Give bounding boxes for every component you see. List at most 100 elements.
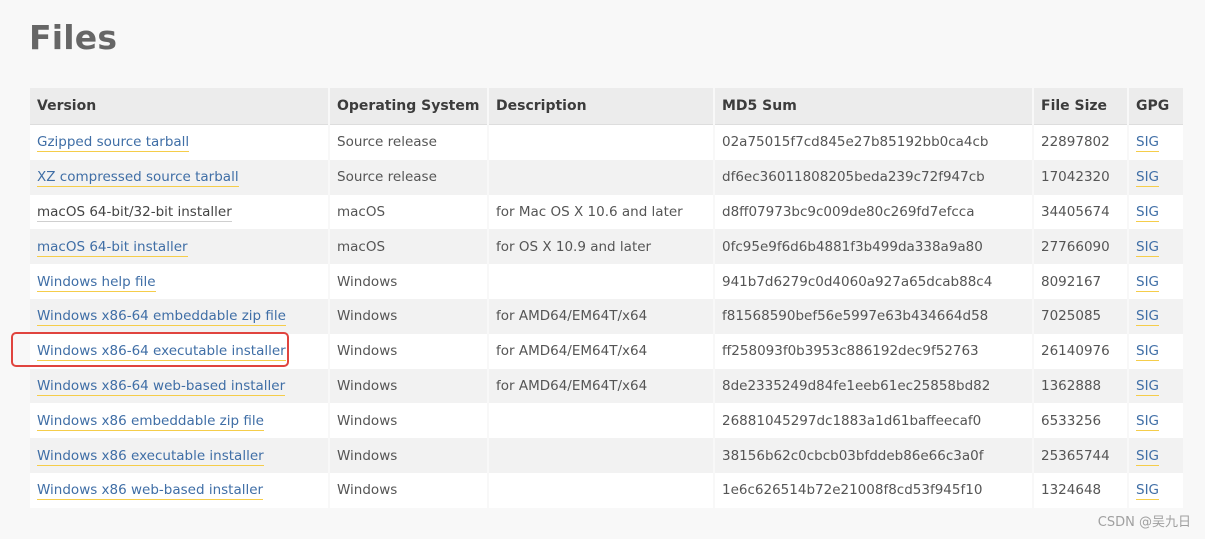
sig-link[interactable]: SIG [1136, 343, 1160, 362]
sig-link[interactable]: SIG [1136, 308, 1160, 327]
cell-size: 8092167 [1034, 264, 1127, 299]
sig-link[interactable]: SIG [1136, 134, 1160, 153]
file-link-windows-help-file[interactable]: Windows help file [37, 273, 156, 292]
cell-version: XZ compressed source tarball [30, 159, 328, 195]
sig-link[interactable]: SIG [1136, 482, 1160, 501]
sig-link[interactable]: SIG [1136, 238, 1160, 257]
file-link-windows-x86-64-embeddable-zip[interactable]: Windows x86-64 embeddable zip file [37, 308, 286, 327]
cell-os: Windows [330, 472, 487, 508]
sig-link[interactable]: SIG [1136, 447, 1160, 466]
column-header-size: File Size [1034, 88, 1127, 125]
cell-description [489, 264, 713, 299]
cell-gpg: SIG [1129, 472, 1183, 508]
sig-link[interactable]: SIG [1136, 203, 1160, 222]
cell-gpg: SIG [1129, 368, 1183, 404]
cell-description [489, 159, 713, 195]
cell-gpg: SIG [1129, 229, 1183, 265]
cell-version: Windows x86-64 web-based installer [30, 368, 328, 404]
sig-link[interactable]: SIG [1136, 377, 1160, 396]
cell-version: Windows x86-64 executable installer [30, 333, 328, 369]
sig-link[interactable]: SIG [1136, 412, 1160, 431]
cell-description [489, 403, 713, 439]
cell-description: for AMD64/EM64T/x64 [489, 298, 713, 334]
file-link-gzipped-source-tarball[interactable]: Gzipped source tarball [37, 134, 190, 153]
cell-size: 27766090 [1034, 229, 1127, 265]
cell-description [489, 438, 713, 473]
cell-md5: d8ff07973bc9c009de80c269fd7efcca [715, 194, 1032, 230]
cell-description: for AMD64/EM64T/x64 [489, 333, 713, 369]
table-row: Windows x86 embeddable zip file Windows … [30, 403, 1183, 439]
cell-size: 26140976 [1034, 333, 1127, 369]
cell-md5: 941b7d6279c0d4060a927a65dcab88c4 [715, 264, 1032, 299]
sig-link[interactable]: SIG [1136, 273, 1160, 292]
cell-version: Gzipped source tarball [30, 125, 328, 160]
cell-md5: 26881045297dc1883a1d61baffeecaf0 [715, 403, 1032, 439]
cell-version: Windows help file [30, 264, 328, 299]
table-row: Windows x86-64 executable installer Wind… [30, 333, 1183, 369]
cell-md5: 1e6c626514b72e21008f8cd53f945f10 [715, 472, 1032, 508]
cell-version: Windows x86 executable installer [30, 438, 328, 473]
table-row: Windows x86-64 embeddable zip file Windo… [30, 298, 1183, 334]
column-header-description: Description [489, 88, 713, 125]
files-table-header: Version Operating System Description MD5… [30, 88, 1183, 125]
cell-size: 17042320 [1034, 159, 1127, 195]
cell-gpg: SIG [1129, 403, 1183, 439]
sig-link[interactable]: SIG [1136, 169, 1160, 188]
file-link-windows-x86-executable-installer[interactable]: Windows x86 executable installer [37, 447, 264, 466]
cell-os: Windows [330, 264, 487, 299]
table-row: XZ compressed source tarball Source rele… [30, 159, 1183, 195]
cell-md5: df6ec36011808205beda239c72f947cb [715, 159, 1032, 195]
cell-size: 1324648 [1034, 472, 1127, 508]
column-header-gpg: GPG [1129, 88, 1183, 125]
column-header-os: Operating System [330, 88, 487, 125]
table-row: Windows x86 web-based installer Windows … [30, 472, 1183, 508]
cell-gpg: SIG [1129, 298, 1183, 334]
cell-os: Windows [330, 298, 487, 334]
cell-gpg: SIG [1129, 125, 1183, 160]
cell-gpg: SIG [1129, 194, 1183, 230]
table-row: Windows x86 executable installer Windows… [30, 438, 1183, 473]
cell-gpg: SIG [1129, 333, 1183, 369]
cell-size: 22897802 [1034, 125, 1127, 160]
cell-md5: 38156b62c0cbcb03bfddeb86e66c3a0f [715, 438, 1032, 473]
cell-os: Windows [330, 438, 487, 473]
cell-md5: f81568590bef56e5997e63b434664d58 [715, 298, 1032, 334]
table-row: Windows x86-64 web-based installer Windo… [30, 368, 1183, 404]
file-link-windows-x86-embeddable-zip[interactable]: Windows x86 embeddable zip file [37, 412, 264, 431]
file-link-macos-64-installer[interactable]: macOS 64-bit installer [37, 238, 188, 257]
header-row: Version Operating System Description MD5… [30, 88, 1183, 125]
cell-version: Windows x86 web-based installer [30, 472, 328, 508]
files-page: Files Version Operating System Descripti… [0, 0, 1205, 539]
cell-os: Windows [330, 368, 487, 404]
cell-os: Source release [330, 159, 487, 195]
cell-description: for Mac OS X 10.6 and later [489, 194, 713, 230]
cell-size: 1362888 [1034, 368, 1127, 404]
cell-gpg: SIG [1129, 438, 1183, 473]
cell-version: Windows x86 embeddable zip file [30, 403, 328, 439]
cell-os: macOS [330, 229, 487, 265]
cell-description: for OS X 10.9 and later [489, 229, 713, 265]
files-table-body: Gzipped source tarball Source release 02… [30, 125, 1183, 508]
cell-version: Windows x86-64 embeddable zip file [30, 298, 328, 334]
cell-size: 34405674 [1034, 194, 1127, 230]
cell-md5: 8de2335249d84fe1eeb61ec25858bd82 [715, 368, 1032, 404]
file-link-macos-64-32-installer[interactable]: macOS 64-bit/32-bit installer [37, 203, 232, 222]
table-row: macOS 64-bit installer macOS for OS X 10… [30, 229, 1183, 265]
file-link-windows-x86-web-installer[interactable]: Windows x86 web-based installer [37, 482, 264, 501]
cell-description [489, 472, 713, 508]
table-row: Windows help file Windows 941b7d6279c0d4… [30, 264, 1183, 299]
cell-gpg: SIG [1129, 159, 1183, 195]
cell-gpg: SIG [1129, 264, 1183, 299]
cell-md5: ff258093f0b3953c886192dec9f52763 [715, 333, 1032, 369]
cell-os: macOS [330, 194, 487, 230]
file-link-windows-x86-64-executable-installer[interactable]: Windows x86-64 executable installer [37, 343, 286, 362]
table-row: macOS 64-bit/32-bit installer macOS for … [30, 194, 1183, 230]
cell-size: 6533256 [1034, 403, 1127, 439]
file-link-windows-x86-64-web-installer[interactable]: Windows x86-64 web-based installer [37, 377, 286, 396]
file-link-xz-source-tarball[interactable]: XZ compressed source tarball [37, 169, 239, 188]
cell-size: 7025085 [1034, 298, 1127, 334]
cell-description [489, 125, 713, 160]
cell-md5: 0fc95e9f6d6b4881f3b499da338a9a80 [715, 229, 1032, 265]
cell-description: for AMD64/EM64T/x64 [489, 368, 713, 404]
watermark: CSDN @吴九日 [1097, 515, 1191, 530]
